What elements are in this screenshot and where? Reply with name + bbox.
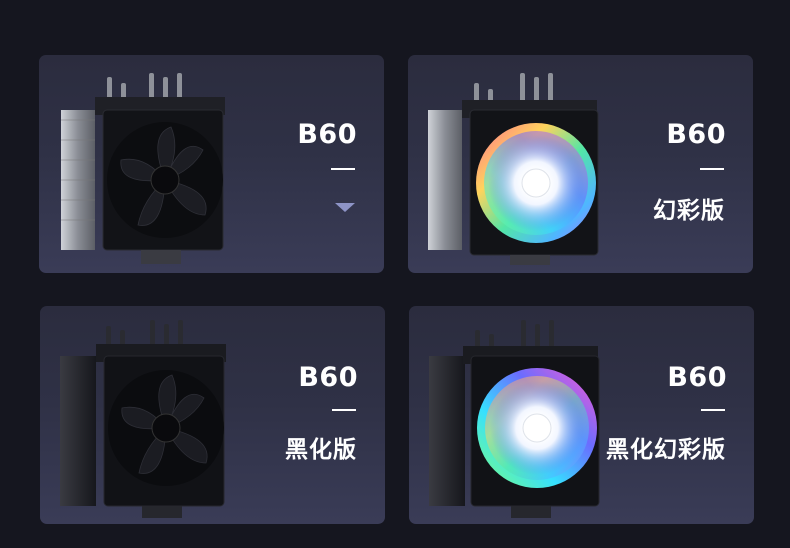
cpu-cooler-black-argb-image [429,320,600,518]
cpu-cooler-image [61,73,225,264]
chevron-down-icon[interactable] [335,203,355,212]
variant-label: 黑化幻彩版 [606,437,726,463]
model-title: B60 [297,119,357,150]
divider [700,168,724,170]
model-title: B60 [298,362,358,393]
cpu-cooler-argb-image [428,73,599,265]
divider [701,409,725,411]
divider [332,409,356,411]
variant-label: 黑化版 [285,437,357,463]
model-title: B60 [667,362,727,393]
product-card-b60[interactable]: B60 [39,55,384,273]
cpu-cooler-black-image [60,320,226,518]
model-title: B60 [666,119,726,150]
divider [331,168,355,170]
variant-label: 幻彩版 [653,198,725,224]
product-card-b60-argb[interactable]: B60 幻彩版 [408,55,753,273]
product-card-b60-black-argb[interactable]: B60 黑化幻彩版 [409,306,754,524]
product-card-b60-black[interactable]: B60 黑化版 [40,306,385,524]
